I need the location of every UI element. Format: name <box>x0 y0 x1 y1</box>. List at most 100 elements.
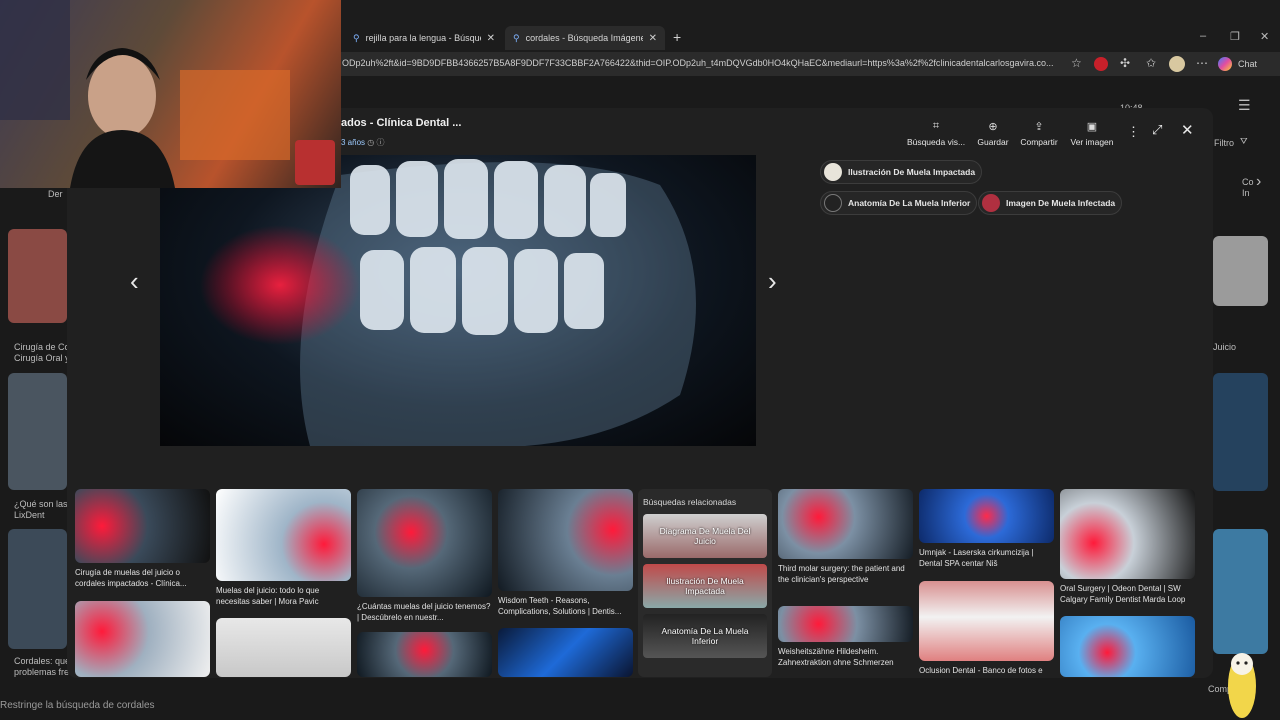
close-tab-icon[interactable]: ✕ <box>649 33 657 44</box>
result-caption: Third molar surgery: the patient and the… <box>778 564 905 584</box>
restrict-search-text: Restringe la búsqueda de cordales <box>0 700 155 711</box>
tab-cordales[interactable]: ⚲ cordales - Búsqueda Imágenes ✕ <box>505 26 665 50</box>
chip-thumbnail <box>982 194 1000 212</box>
chip-infected-molar[interactable]: Imagen De Muela Infectada <box>978 191 1123 215</box>
favorites-icon[interactable]: ✩ <box>1146 56 1156 70</box>
minimize-button[interactable]: – <box>1200 30 1206 42</box>
share-button[interactable]: ⇪ Compartir <box>1009 120 1069 147</box>
related-search-label: Anatomía De La Muela Inferior <box>661 626 749 646</box>
result-thumbnail <box>919 581 1054 661</box>
bg-thumbnail[interactable] <box>8 373 67 490</box>
view-image-icon: ▣ <box>1086 121 1098 133</box>
profile-avatar[interactable] <box>1169 56 1185 72</box>
clock-icon: ◷ <box>367 138 375 147</box>
favorite-star-icon[interactable]: ☆ <box>1071 56 1082 70</box>
result-caption: Weisheitszähne Hildesheim. Zahnextraktio… <box>778 647 894 667</box>
result-caption: ¿Cuántas muelas del juicio tenemos? | De… <box>357 602 491 622</box>
main-image[interactable] <box>160 155 756 446</box>
result-caption: Oclusion Dental - Banco de fotos e <box>919 666 1043 675</box>
result-thumbnail <box>216 618 351 677</box>
result-card[interactable]: Oral Surgery | Odeon Dental | SW Calgary… <box>1060 489 1195 605</box>
dental-xray-illustration <box>200 159 696 446</box>
bg-caption: Juicio <box>1213 342 1237 352</box>
extensions-icon[interactable]: ✣ <box>1120 56 1130 70</box>
result-thumbnail <box>919 489 1054 543</box>
info-icon[interactable]: ⓘ <box>376 138 384 147</box>
result-thumbnail <box>75 601 210 677</box>
result-card[interactable] <box>357 632 492 677</box>
expand-icon[interactable]: ⤢ <box>1152 122 1162 138</box>
action-label: Búsqueda vis... <box>906 137 966 147</box>
result-caption: Oral Surgery | Odeon Dental | SW Calgary… <box>1060 584 1186 604</box>
related-search-tile[interactable]: Ilustración De Muela Impactada <box>643 564 767 608</box>
close-viewer-icon[interactable]: ✕ <box>1181 121 1194 139</box>
more-menu-icon[interactable]: ⋯ <box>1196 56 1208 70</box>
user-chip-label[interactable]: Der <box>48 189 63 200</box>
close-tab-icon[interactable]: ✕ <box>487 33 495 44</box>
result-card[interactable]: Third molar surgery: the patient and the… <box>778 489 913 585</box>
maximize-button[interactable]: ❐ <box>1230 30 1240 43</box>
previous-image-arrow[interactable]: ‹ <box>130 266 139 297</box>
viewer-title[interactable]: ados - Clínica Dental ... <box>341 117 461 129</box>
viewer-subtitle-row: 3 años ◷ ⓘ <box>341 137 384 148</box>
filter-label[interactable]: Filtro <box>1214 138 1234 149</box>
result-card[interactable]: Weisheitszähne Hildesheim. Zahnextraktio… <box>778 606 913 668</box>
related-search-tile[interactable]: Anatomía De La Muela Inferior <box>643 614 767 658</box>
webcam-overlay <box>0 0 341 188</box>
related-search-label: Ilustración De Muela Impactada <box>666 576 744 596</box>
menu-icon[interactable]: ☰ <box>1238 98 1251 112</box>
bg-caption: LixDent <box>14 510 45 520</box>
bg-thumbnail[interactable] <box>1213 236 1268 306</box>
view-image-button[interactable]: ▣ Ver imagen <box>1062 120 1122 147</box>
chat-button[interactable]: Chat <box>1238 59 1257 69</box>
viewer-subtitle: 3 años <box>341 138 366 147</box>
result-card[interactable] <box>1060 616 1195 677</box>
chip-thumbnail <box>824 194 842 212</box>
result-thumbnail <box>216 489 351 581</box>
chip-label: Ilustración De Muela Impactada <box>848 167 976 177</box>
tab-title: rejilla para la lengua - Búsqueda <box>365 33 481 43</box>
related-searches-panel: Búsquedas relacionadas Diagrama De Muela… <box>638 489 772 677</box>
visual-search-button[interactable]: ⌗ Búsqueda vis... <box>906 120 966 147</box>
carousel-label: Co <box>1242 177 1254 187</box>
more-options-icon[interactable]: ⋮ <box>1127 124 1140 140</box>
result-thumbnail <box>1060 616 1195 677</box>
result-card[interactable]: Umnjak - Laserska cirkumcizija | Dental … <box>919 489 1054 569</box>
result-card[interactable]: ¿Cuántas muelas del juicio tenemos? | De… <box>357 489 492 623</box>
result-thumbnail <box>357 632 492 677</box>
search-icon: ⚲ <box>353 32 360 43</box>
bg-thumbnail[interactable] <box>1213 373 1268 491</box>
filter-icon[interactable]: ⛛ <box>1240 136 1248 147</box>
chip-lower-molar-anatomy[interactable]: Anatomía De La Muela Inferior <box>820 191 978 215</box>
bg-thumbnail[interactable] <box>8 229 67 323</box>
share-icon: ⇪ <box>1034 121 1044 133</box>
adblock-icon[interactable] <box>1094 57 1108 71</box>
close-window-button[interactable]: ✕ <box>1260 30 1269 43</box>
result-thumbnail <box>498 489 633 591</box>
result-card[interactable] <box>498 628 633 677</box>
result-card[interactable] <box>75 601 210 677</box>
result-card[interactable] <box>216 618 351 677</box>
next-image-arrow[interactable]: › <box>768 266 777 297</box>
url-field[interactable]: ODp2uh%2ft&id=9BD9DFBB4366257B5A8F9DDF7F… <box>342 58 1064 68</box>
result-thumbnail <box>1060 489 1195 579</box>
visual-search-icon: ⌗ <box>932 120 940 132</box>
bg-caption: ¿Qué son las c <box>14 499 75 509</box>
result-thumbnail <box>75 489 210 563</box>
related-search-label: Diagrama De Muela Del Juicio <box>659 526 751 546</box>
result-card[interactable]: Oclusion Dental - Banco de fotos e <box>919 581 1054 676</box>
result-card[interactable]: Muelas del juicio: todo lo que necesitas… <box>216 489 351 607</box>
action-label: Guardar <box>977 137 1009 147</box>
tab-rejilla[interactable]: ⚲ rejilla para la lengua - Búsqueda ✕ <box>345 26 503 50</box>
result-card[interactable]: Wisdom Teeth - Reasons, Complications, S… <box>498 489 633 617</box>
result-caption: Muelas del juicio: todo lo que necesitas… <box>216 586 320 606</box>
new-tab-button[interactable]: + <box>673 29 681 45</box>
result-thumbnail <box>778 606 913 642</box>
result-card[interactable]: Cirugía de muelas del juicio o cordales … <box>75 489 210 589</box>
bg-thumbnail[interactable] <box>8 529 67 649</box>
chip-impacted-molar[interactable]: Ilustración De Muela Impactada <box>820 160 983 184</box>
chevron-right-icon[interactable]: › <box>1256 174 1261 190</box>
streamer-webcam-image <box>0 0 335 188</box>
related-search-tile[interactable]: Diagrama De Muela Del Juicio <box>643 514 767 558</box>
result-thumbnail <box>357 489 492 597</box>
